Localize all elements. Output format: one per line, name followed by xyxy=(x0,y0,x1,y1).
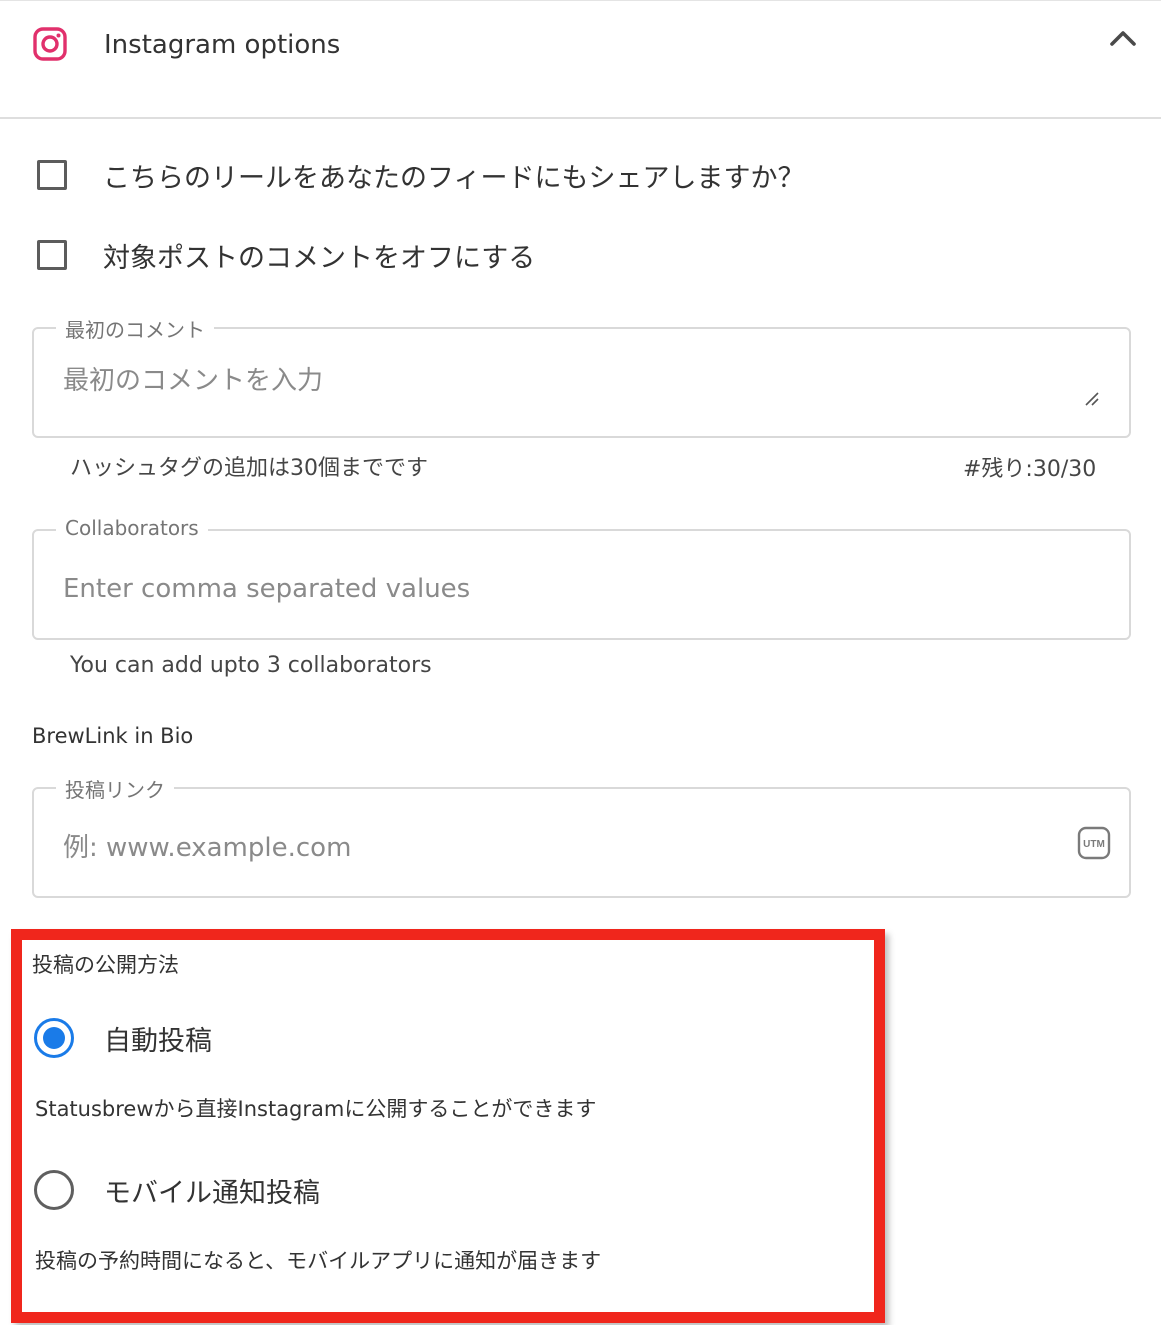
resize-handle-icon[interactable] xyxy=(1083,390,1099,406)
collaborators-hint: You can add upto 3 collaborators xyxy=(70,653,432,678)
chevron-up-icon[interactable] xyxy=(1108,25,1138,53)
auto-post-description: Statusbrewから直接Instagramに公開することができます xyxy=(35,1097,597,1121)
section-title: Instagram options xyxy=(104,30,341,60)
post-link-field: 投稿リンク UTM xyxy=(32,774,1131,898)
post-link-label: 投稿リンク xyxy=(56,774,174,803)
collaborators-label: Collaborators xyxy=(56,516,208,540)
radio-selected-dot xyxy=(43,1027,65,1049)
brewlink-section-label: BrewLink in Bio xyxy=(32,724,194,748)
hashtag-counter: #残り:30/30 xyxy=(963,457,1097,482)
utm-icon[interactable]: UTM xyxy=(1077,826,1111,860)
header-divider xyxy=(0,117,1161,119)
auto-post-label: 自動投稿 xyxy=(104,1025,212,1057)
hashtag-hint: ハッシュタグの追加は30個までです xyxy=(70,456,428,481)
first-comment-input[interactable] xyxy=(63,359,1043,403)
turn-off-comments-checkbox-row[interactable]: 対象ポストのコメントをオフにする xyxy=(37,235,535,275)
top-divider xyxy=(0,0,1161,1)
first-comment-label: 最初のコメント xyxy=(56,314,214,343)
radio-mobile-notification-button[interactable] xyxy=(34,1170,74,1210)
share-reel-checkbox[interactable] xyxy=(37,160,67,190)
post-link-input[interactable] xyxy=(63,826,1043,870)
collaborators-field: Collaborators xyxy=(32,516,1131,640)
instagram-icon xyxy=(33,27,67,61)
mobile-notification-description: 投稿の予約時間になると、モバイルアプリに通知が届きます xyxy=(35,1249,602,1273)
share-reel-label: こちらのリールをあなたのフィードにもシェアしますか？ xyxy=(103,162,805,194)
turn-off-comments-label: 対象ポストのコメントをオフにする xyxy=(103,242,536,274)
radio-auto-post-button[interactable] xyxy=(34,1018,74,1058)
share-reel-checkbox-row[interactable]: こちらのリールをあなたのフィードにもシェアしますか？ xyxy=(37,155,804,195)
turn-off-comments-checkbox[interactable] xyxy=(37,240,67,270)
first-comment-field: 最初のコメント xyxy=(32,314,1131,438)
collaborators-input[interactable] xyxy=(63,567,1043,611)
svg-text:UTM: UTM xyxy=(1083,839,1105,850)
publishing-method-label: 投稿の公開方法 xyxy=(32,953,179,977)
mobile-notification-label: モバイル通知投稿 xyxy=(104,1177,320,1209)
radio-mobile-notification[interactable]: モバイル通知投稿 xyxy=(34,1170,320,1210)
radio-auto-post[interactable]: 自動投稿 xyxy=(34,1018,212,1058)
